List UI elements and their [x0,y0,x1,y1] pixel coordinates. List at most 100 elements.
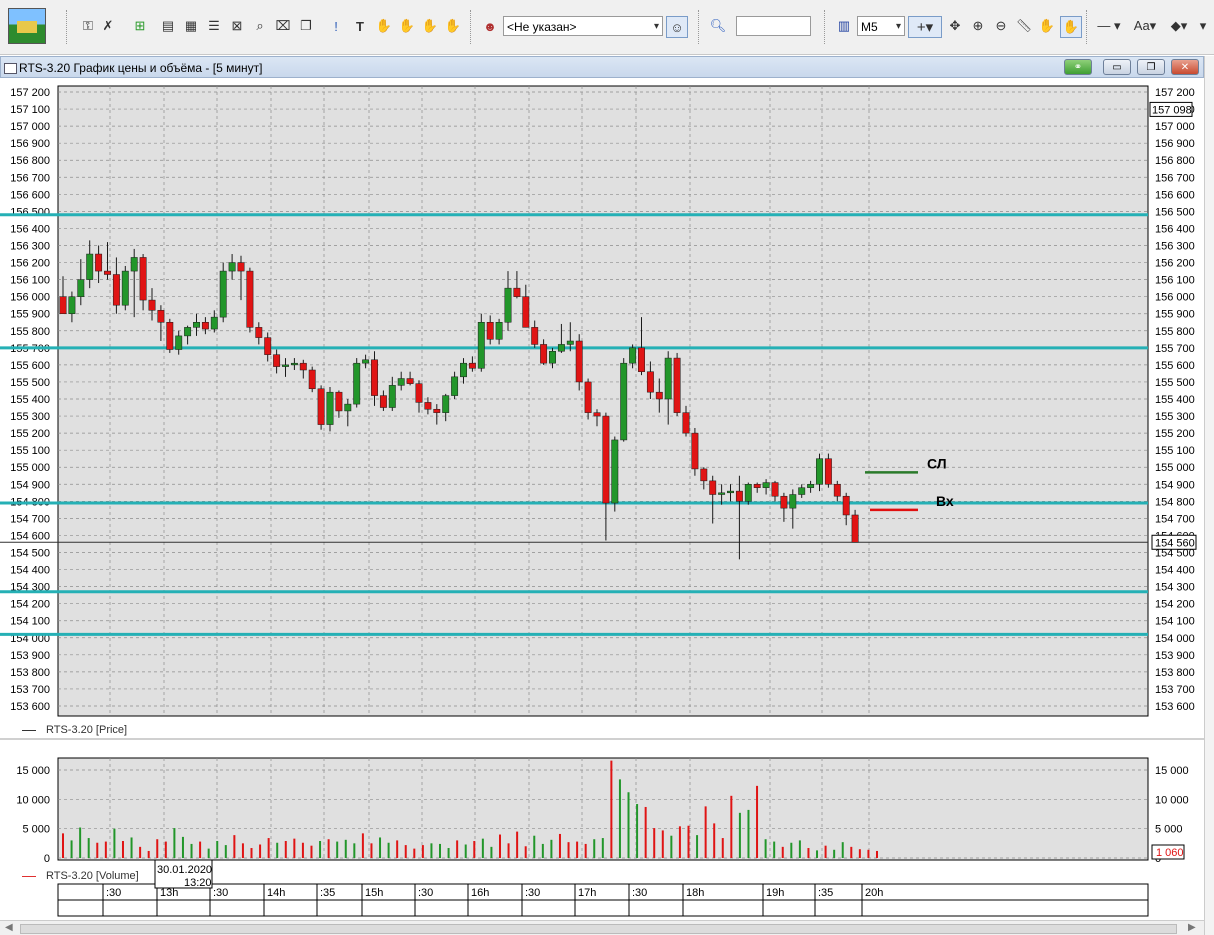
chart-canvas[interactable]: 157 200157 200157 100157 100157 000157 0… [0,78,1204,935]
candle-body [424,402,432,410]
search-table-icon[interactable]: ⌕ [250,16,270,36]
orders-icon[interactable]: ☰ [204,16,224,36]
price-tick-label-left: 153 800 [10,667,50,679]
candle-body [611,439,619,504]
chart-area[interactable]: 157 200157 200157 100157 100157 000157 0… [0,78,1204,935]
chart-type-icon[interactable]: ▥ [834,16,854,36]
candle-body [112,274,120,306]
price-tick-label-right: 154 100 [1155,616,1195,628]
candle-body [77,279,85,297]
zoom-in-icon[interactable]: ⊕ [968,16,988,36]
client-select[interactable]: <Не указан> ▾ [503,16,663,36]
price-tick-label-right: 153 700 [1155,684,1195,696]
candle-body [842,495,850,516]
candle-body [157,310,165,323]
candle-body [460,362,467,378]
quotes-icon[interactable]: ▦ [181,16,201,36]
price-tick-label-right: 155 400 [1155,394,1195,406]
right-edge-scrollbar[interactable] [1204,56,1214,935]
scroll-left-icon[interactable]: ◀ [5,922,13,933]
more-tools-icon[interactable]: ▾ [1194,16,1212,36]
price-tick-label-left: 153 900 [10,650,50,662]
candle-body [807,484,815,488]
candle-body [540,344,548,364]
candle-body [139,257,147,301]
hand-buy-icon[interactable]: ✋ [374,16,394,36]
price-tick-label-left: 156 200 [10,258,50,270]
table-icon[interactable]: ▤ [158,16,178,36]
text-tool-icon[interactable]: T [350,16,370,36]
price-panel[interactable]: 157 200157 200157 100157 100157 000157 0… [0,78,1204,718]
price-tick-label-left: 154 500 [10,548,50,560]
crosshair-tool-icon[interactable]: +▾ [908,16,942,38]
time-tick-label: 17h [578,887,596,899]
volume-tick-label-left: 0 [44,853,50,865]
alert-icon[interactable]: ! [326,16,346,36]
horizontal-scrollbar[interactable]: ◀ ▶ [0,920,1204,935]
price-tick-label-right: 156 200 [1155,258,1195,270]
candle-body [95,253,103,272]
candle-body [495,322,503,340]
candle-body [59,296,67,314]
hand-sell-icon[interactable]: ✋ [397,16,417,36]
candle-body [522,296,530,328]
time-tick-label: 19h [766,887,784,899]
candle-body [629,347,637,364]
trades-icon[interactable]: ⊠ [227,16,247,36]
zoom-out-icon[interactable]: ⊖ [991,16,1011,36]
crosshair-date-label: 30.01.2020 [157,864,212,876]
candle-body [486,322,494,340]
search-icon[interactable]: 🔍︎ [708,16,728,36]
pan-tool-icon[interactable]: ✋ [1060,16,1082,38]
close-button[interactable]: ✕ [1171,59,1199,75]
candle-body [513,287,521,297]
client-select-value: <Не указан> [507,20,577,34]
candle-body [397,378,405,386]
time-tick-label: :30 [106,887,121,899]
line-tool-icon[interactable]: — ▾ [1094,16,1124,36]
candle-body [789,494,797,509]
search-input[interactable] [736,16,811,36]
price-legend-swatch [22,729,36,731]
scroll-right-icon[interactable]: ▶ [1188,922,1196,933]
timeframe-select[interactable]: M5 ▾ [857,16,905,36]
candle-body [575,340,583,383]
price-tick-label-right: 156 000 [1155,292,1195,304]
font-size-icon[interactable]: Aa▾ [1130,16,1160,36]
scrollbar-thumb[interactable] [20,924,1177,934]
price-tick-label-left: 156 100 [10,275,50,287]
price-tick-label-left: 156 400 [10,223,50,235]
price-tick-label-right: 156 600 [1155,189,1195,201]
hand-edit-icon[interactable]: ✋ [443,16,463,36]
price-tick-label-right: 155 300 [1155,411,1195,423]
fill-color-icon[interactable]: ◆▾ [1166,16,1192,36]
candle-body [566,340,574,345]
ruler-icon[interactable]: 📏︎ [1014,16,1034,36]
client-icon[interactable]: ☻ [480,16,500,36]
candle-body [780,495,788,509]
disconnect-icon[interactable]: ✗ [98,16,118,36]
candle-body [824,458,832,485]
client-info-icon[interactable]: ☺ [666,16,688,38]
add-window-icon[interactable]: ⊞ [130,16,150,36]
price-tick-label-right: 156 400 [1155,223,1195,235]
price-tick-label-right: 156 700 [1155,172,1195,184]
key-icon[interactable]: ⚿ [78,16,98,36]
candle-body [833,484,841,497]
hand-cancel-icon[interactable]: ✋ [420,16,440,36]
maximize-button[interactable]: ❐ [1137,59,1165,75]
price-tick-label-right: 155 700 [1155,343,1195,355]
price-tick-label-right: 156 500 [1155,206,1195,218]
move-icon[interactable]: ✥ [945,16,965,36]
hand-tool-icon[interactable]: ✋ [1037,16,1057,36]
candle-body [468,362,476,369]
price-tick-label-right: 154 400 [1155,565,1195,577]
volume-legend: RTS-3.20 [Volume] [22,870,139,882]
candle-body [709,480,717,495]
price-tick-label-left: 155 900 [10,309,50,321]
copy-icon[interactable]: ❐ [296,16,316,36]
delete-table-icon[interactable]: ⌧ [273,16,293,36]
link-icon[interactable]: ⚭ [1064,59,1092,75]
candle-body [816,458,823,485]
minimize-button[interactable]: ▭ [1103,59,1131,75]
